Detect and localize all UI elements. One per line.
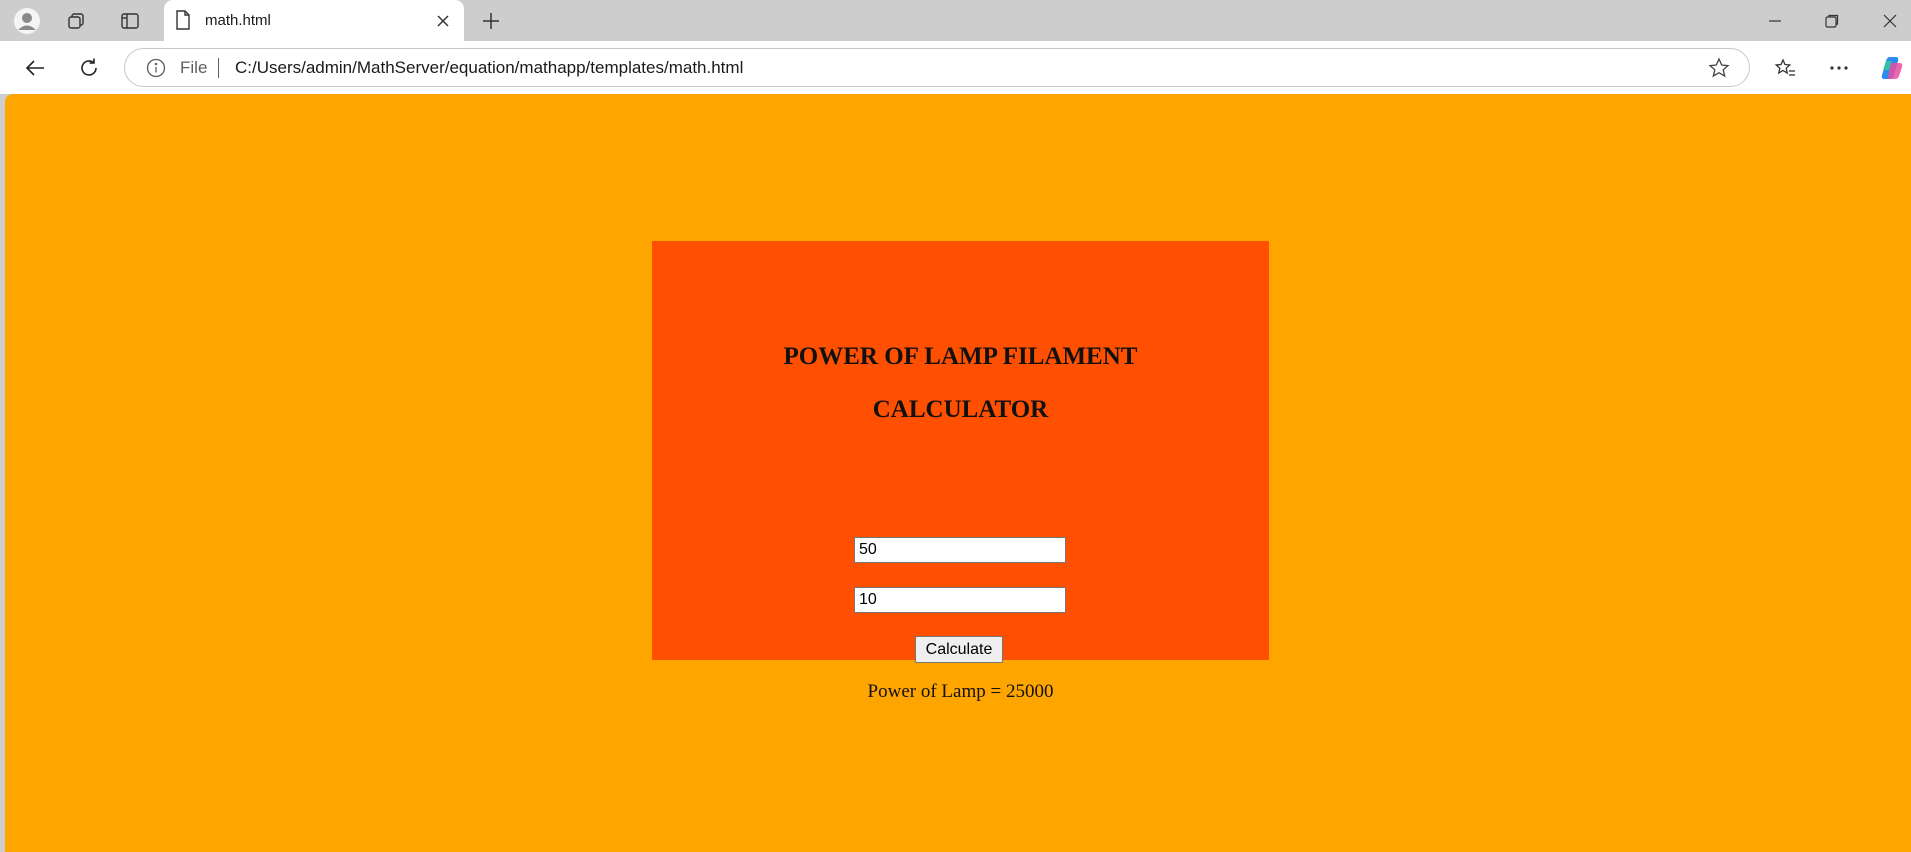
page-icon <box>175 10 191 35</box>
address-bar[interactable]: File C:/Users/admin/MathServer/equation/… <box>124 48 1750 87</box>
workspaces-icon[interactable] <box>61 6 91 36</box>
more-options-icon[interactable] <box>1822 51 1856 85</box>
back-arrow-icon[interactable] <box>17 50 53 86</box>
calculate-button[interactable]: Calculate <box>915 636 1003 663</box>
profile-avatar-icon[interactable] <box>12 6 42 36</box>
browser-toolbar: File C:/Users/admin/MathServer/equation/… <box>0 41 1911 94</box>
result-text: Power of Lamp = 25000 <box>867 681 1054 702</box>
favorites-icon[interactable] <box>1768 51 1802 85</box>
tab-title: math.html <box>205 12 271 29</box>
input-field-1[interactable] <box>854 537 1066 563</box>
url-text[interactable]: C:/Users/admin/MathServer/equation/matha… <box>235 58 743 78</box>
minimize-icon[interactable] <box>1755 5 1795 37</box>
calculator-card: POWER OF LAMP FILAMENT CALCULATOR Calcul… <box>652 241 1269 702</box>
tab-strip: math.html <box>0 0 1911 41</box>
page-title: POWER OF LAMP FILAMENT <box>783 343 1138 370</box>
url-separator <box>218 58 219 78</box>
close-tab-icon[interactable] <box>432 10 454 32</box>
page-subtitle: CALCULATOR <box>872 396 1049 423</box>
refresh-icon[interactable] <box>71 50 107 86</box>
info-icon[interactable] <box>146 58 166 83</box>
url-scheme-label: File <box>180 58 208 77</box>
close-window-icon[interactable] <box>1870 5 1910 37</box>
copilot-icon[interactable] <box>1875 51 1909 85</box>
favorite-star-icon[interactable] <box>1708 57 1730 84</box>
new-tab-icon[interactable] <box>476 6 506 36</box>
page-viewport: POWER OF LAMP FILAMENT CALCULATOR Calcul… <box>5 94 1911 852</box>
input-field-2[interactable] <box>854 587 1066 613</box>
tab-active[interactable]: math.html <box>164 0 464 41</box>
restore-icon[interactable] <box>1812 5 1852 37</box>
vertical-tabs-icon[interactable] <box>115 6 145 36</box>
